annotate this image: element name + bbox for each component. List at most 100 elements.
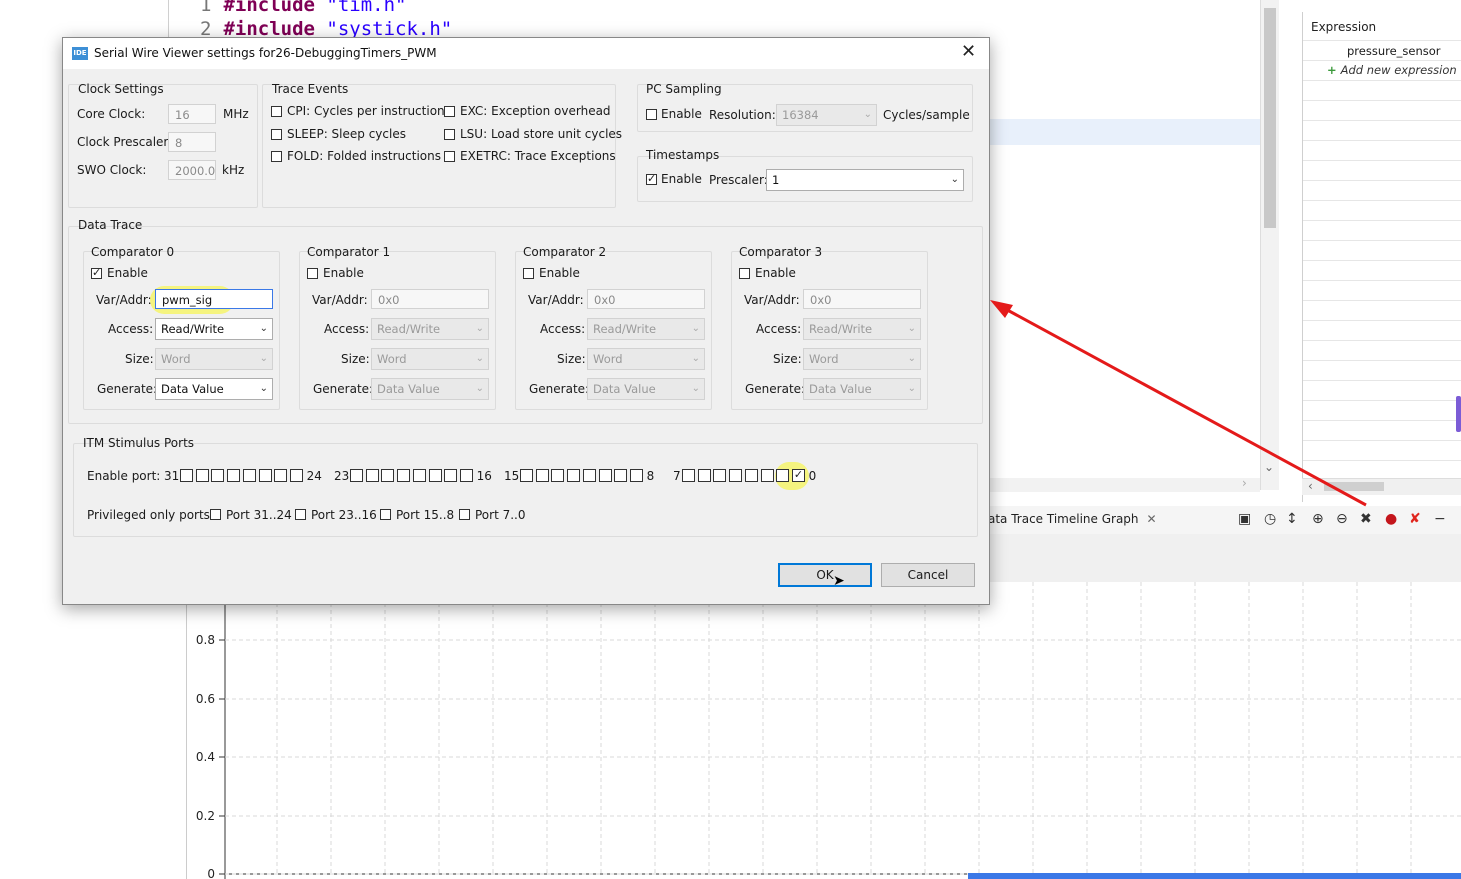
comparator-0-enable-checkbox[interactable]	[91, 266, 102, 279]
comparator-1-size-select[interactable]: Word ⌄	[371, 348, 489, 370]
comparator-2-var-input[interactable]: 0x0	[587, 289, 705, 309]
camera-icon[interactable]: ▣	[1238, 511, 1251, 527]
port-21-checkbox[interactable]	[381, 469, 395, 482]
comparator-2-var-label: Var/Addr:	[528, 293, 584, 307]
port-22-checkbox[interactable]	[365, 469, 379, 482]
comparator-0-size-select[interactable]: Word ⌄	[155, 348, 273, 370]
side-handle[interactable]	[1456, 396, 1461, 432]
comparator-2-enable-checkbox[interactable]	[523, 268, 534, 279]
port-23-checkbox[interactable]	[350, 469, 363, 482]
port-8-checkbox[interactable]	[629, 469, 643, 482]
comparator-2-generate-select[interactable]: Data Value ⌄	[587, 378, 705, 400]
add-expression-item[interactable]: + Add new expression	[1327, 63, 1457, 77]
comparator-2-access-select[interactable]: Read/Write ⌄	[587, 318, 705, 340]
port-11-checkbox[interactable]	[582, 469, 596, 482]
port-10-checkbox[interactable]	[598, 469, 612, 482]
privileged-port-31-24-checkbox[interactable]	[210, 509, 221, 520]
port-12-checkbox[interactable]	[567, 469, 581, 482]
tab-data-trace-timeline-graph[interactable]: ata Trace Timeline Graph ✕	[988, 512, 1157, 526]
comparator-0-access-select[interactable]: Read/Write ⌄	[155, 318, 273, 340]
comparator-3-var-input[interactable]: 0x0	[803, 289, 921, 309]
timestamps-label: Timestamps	[646, 148, 720, 162]
resolution-select[interactable]: 16384 ⌄	[776, 104, 877, 126]
comparator-1-enable-checkbox[interactable]	[307, 268, 318, 279]
port-30-checkbox[interactable]	[195, 469, 209, 482]
comparator-1-generate-select[interactable]: Data Value ⌄	[371, 378, 489, 400]
swo-clock-input[interactable]: 2000.0	[168, 160, 216, 180]
close-icon[interactable]: ✕	[1147, 512, 1157, 526]
sleep-checkbox[interactable]	[271, 129, 282, 140]
minimize-icon[interactable]: −	[1434, 511, 1446, 527]
port-6-checkbox[interactable]	[697, 469, 711, 482]
zoom-out-icon[interactable]: ⊖	[1336, 511, 1348, 527]
comparator-0-var-input[interactable]: pwm_sig	[155, 289, 273, 309]
core-clock-input[interactable]: 16	[168, 104, 216, 124]
port-1-checkbox[interactable]	[776, 469, 790, 482]
port-26-checkbox[interactable]	[258, 469, 272, 482]
clock-icon[interactable]: ◷	[1264, 511, 1276, 527]
clear-icon[interactable]: ✘	[1409, 511, 1421, 527]
port-7-checkbox[interactable]	[682, 469, 695, 482]
dialog-titlebar[interactable]: IDE Serial Wire Viewer settings for26-De…	[63, 38, 989, 69]
port-25-checkbox[interactable]	[274, 469, 288, 482]
editor-horizontal-scrollbar[interactable]: ›	[988, 476, 1260, 492]
port-16-checkbox[interactable]	[459, 469, 473, 482]
lsu-checkbox[interactable]	[444, 129, 455, 140]
expression-item[interactable]: pressure_sensor	[1347, 44, 1441, 58]
comparator-3-access-select[interactable]: Read/Write ⌄	[803, 318, 921, 340]
cpi-checkbox[interactable]	[271, 106, 282, 117]
port-4-checkbox[interactable]	[729, 469, 743, 482]
comparator-0-generate-select[interactable]: Data Value ⌄	[155, 378, 273, 400]
chevron-down-icon[interactable]: ⌄	[1264, 460, 1274, 474]
chevron-right-icon[interactable]: ›	[1242, 476, 1247, 490]
chevron-left-icon[interactable]: ‹	[1308, 479, 1313, 493]
scrollbar-thumb[interactable]	[1324, 482, 1384, 491]
record-icon[interactable]: ●	[1385, 511, 1397, 527]
port-20-checkbox[interactable]	[397, 469, 411, 482]
port-14-checkbox[interactable]	[535, 469, 549, 482]
row-divider	[1303, 40, 1461, 41]
port-28-checkbox[interactable]	[227, 469, 241, 482]
port-24-checkbox[interactable]	[289, 469, 303, 482]
bars-icon[interactable]: ↕	[1286, 511, 1298, 527]
port-2-checkbox[interactable]	[760, 469, 774, 482]
port-15-checkbox[interactable]	[520, 469, 533, 482]
comparator-3-enable-checkbox[interactable]	[739, 268, 750, 279]
privileged-port-7-0-checkbox[interactable]	[459, 509, 470, 520]
configure-trace-icon[interactable]: ✖	[1360, 511, 1372, 527]
port-17-checkbox[interactable]	[444, 469, 458, 482]
comparator-2-size-select[interactable]: Word ⌄	[587, 348, 705, 370]
comparator-3-size-select[interactable]: Word ⌄	[803, 348, 921, 370]
privileged-port-15-8-checkbox[interactable]	[380, 509, 391, 520]
port-3-checkbox[interactable]	[744, 469, 758, 482]
exc-checkbox[interactable]	[444, 106, 455, 117]
close-icon[interactable]: ✕	[961, 41, 976, 62]
port-31-checkbox[interactable]	[180, 469, 193, 482]
editor-vertical-scrollbar[interactable]: ⌄	[1260, 0, 1279, 490]
exetrc-checkbox[interactable]	[444, 151, 455, 162]
timestamps-prescaler-select[interactable]: 1 ⌄	[766, 169, 964, 191]
comparator-3-generate-select[interactable]: Data Value ⌄	[803, 378, 921, 400]
fold-checkbox[interactable]	[271, 151, 282, 162]
trace-plot-area[interactable]: 0.8 0.6 0.4 0.2 0	[186, 582, 1461, 879]
scrollbar-thumb[interactable]	[1264, 8, 1276, 228]
clock-prescaler-input[interactable]: 8	[168, 132, 216, 152]
ok-button[interactable]: OK	[778, 563, 872, 587]
port-29-checkbox[interactable]	[211, 469, 225, 482]
timestamps-enable-checkbox[interactable]	[646, 172, 657, 185]
port-19-checkbox[interactable]	[412, 469, 426, 482]
pc-sampling-enable-checkbox[interactable]	[646, 109, 657, 120]
expressions-horizontal-scrollbar[interactable]: ‹	[1302, 478, 1461, 495]
port-27-checkbox[interactable]	[242, 469, 256, 482]
port-5-checkbox[interactable]	[713, 469, 727, 482]
port-9-checkbox[interactable]	[614, 469, 628, 482]
comparator-1-access-select[interactable]: Read/Write ⌄	[371, 318, 489, 340]
port-group-low-label: 0	[808, 469, 817, 483]
port-13-checkbox[interactable]	[551, 469, 565, 482]
comparator-1-var-input[interactable]: 0x0	[371, 289, 489, 309]
zoom-in-icon[interactable]: ⊕	[1312, 511, 1324, 527]
cancel-button[interactable]: Cancel	[881, 563, 975, 587]
port-0-checkbox[interactable]	[791, 468, 805, 482]
privileged-port-23-16-checkbox[interactable]	[295, 509, 306, 520]
port-18-checkbox[interactable]	[428, 469, 442, 482]
